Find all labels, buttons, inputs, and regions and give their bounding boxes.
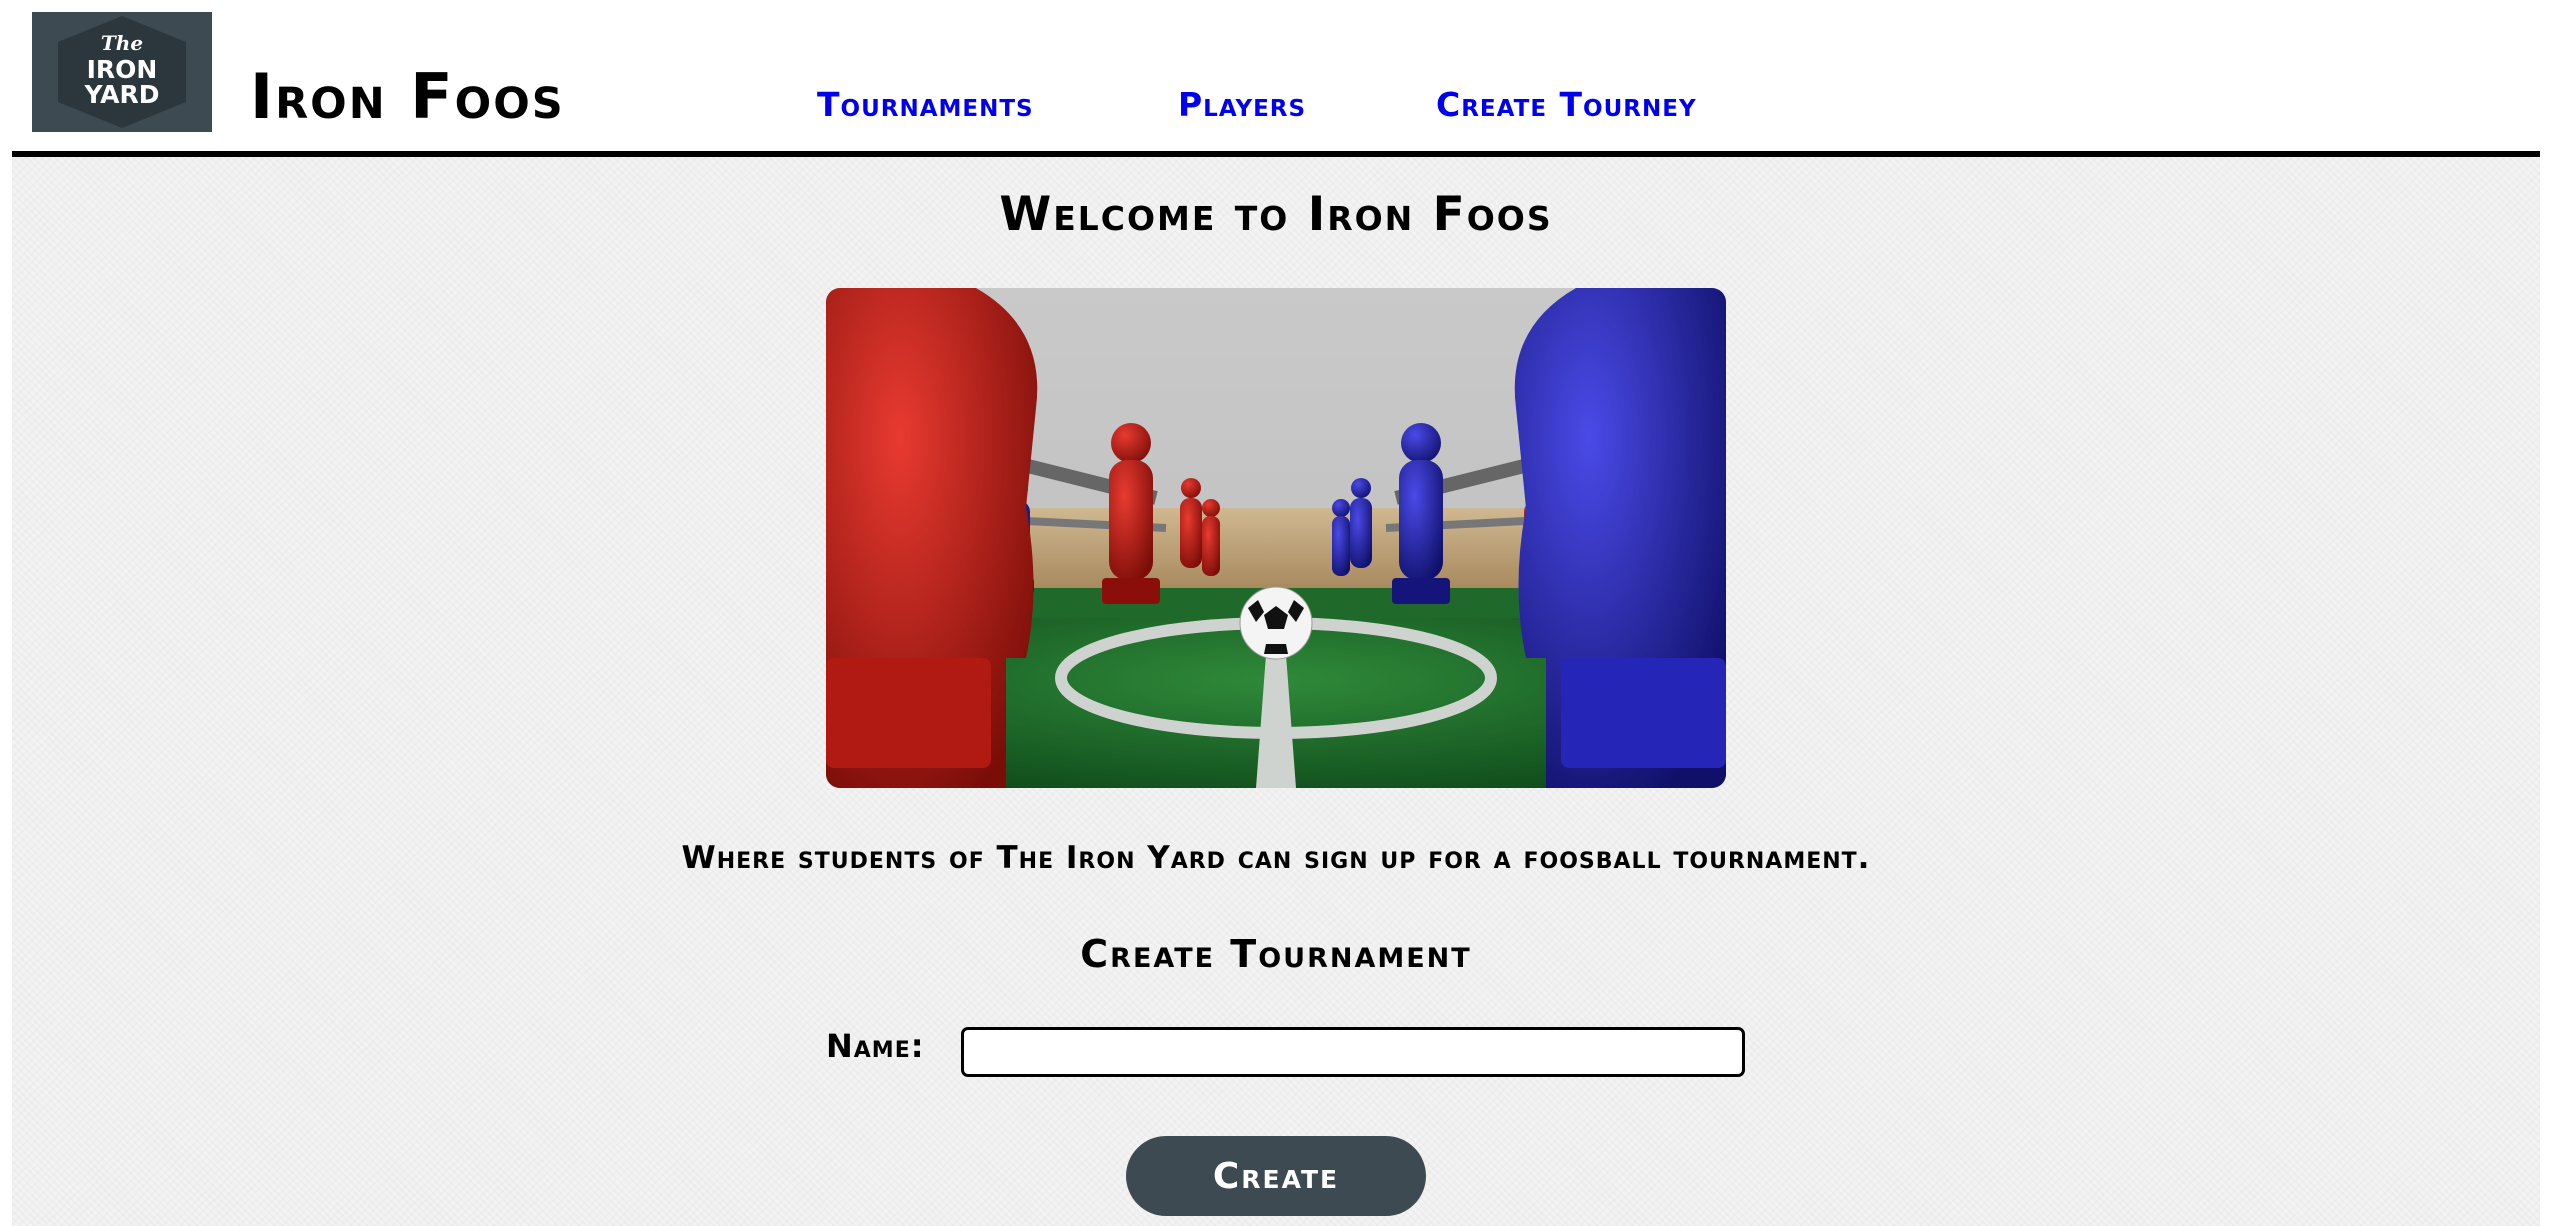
page: The IRON YARD Iron Foos Tournaments Play… bbox=[0, 0, 2556, 1226]
soccer-ball-icon bbox=[1239, 586, 1313, 660]
foreground-red-player bbox=[826, 288, 1038, 788]
iron-yard-logo[interactable]: The IRON YARD bbox=[32, 12, 212, 132]
foosball-table-illustration bbox=[826, 288, 1726, 788]
create-tournament-heading: Create Tournament bbox=[1080, 932, 1472, 976]
app-title: Iron Foos bbox=[250, 60, 565, 133]
main-content: Welcome to Iron Foos Where students of T… bbox=[12, 157, 2540, 1226]
tagline: Where students of The Iron Yard can sign… bbox=[681, 840, 1871, 876]
nav-link-tournaments[interactable]: Tournaments bbox=[817, 88, 1034, 121]
site-header: The IRON YARD Iron Foos Tournaments Play… bbox=[0, 0, 2556, 157]
logo-text-yard: YARD bbox=[83, 80, 159, 109]
create-button[interactable]: Create bbox=[1126, 1136, 1426, 1216]
name-label: Name: bbox=[826, 1027, 925, 1065]
nav-link-create-tourney[interactable]: Create Tourney bbox=[1436, 88, 1697, 121]
logo-hexagon-icon: The IRON YARD bbox=[58, 16, 186, 128]
logo-text-the: The bbox=[101, 31, 143, 55]
nav-link-players[interactable]: Players bbox=[1178, 88, 1306, 121]
foreground-blue-player bbox=[1514, 288, 1726, 788]
welcome-heading: Welcome to Iron Foos bbox=[999, 187, 1553, 242]
tournament-name-input[interactable] bbox=[961, 1027, 1745, 1077]
foosball-hero-image bbox=[826, 288, 1726, 788]
